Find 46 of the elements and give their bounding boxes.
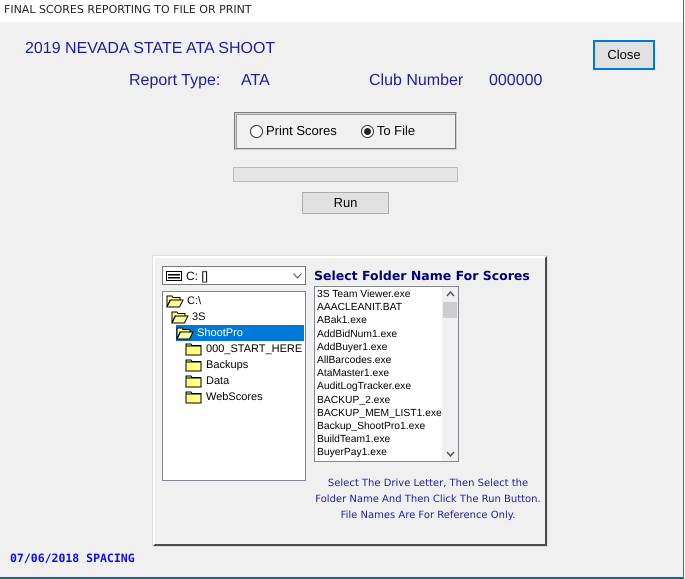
open-folder-icon [171,310,189,324]
club-number-label: Club Number [369,72,464,90]
folder-icon [185,358,203,372]
club-number-value: 000000 [489,72,542,90]
tree-item[interactable]: 3S [171,309,304,325]
instruction-text: Folder Name And Then Click The Run Button. [314,493,542,507]
file-item[interactable]: AddBidNum1.exe [317,328,440,341]
folder-icon [185,342,203,356]
tree-item[interactable]: C:\ [166,293,304,309]
file-item[interactable]: Backup_ShootPro1.exe [317,420,440,434]
close-button[interactable]: Close [593,40,655,70]
instruction-text: Select The Drive Letter, Then Select the [326,477,530,491]
drive-icon [166,270,182,280]
folder-icon [185,374,203,388]
file-item[interactable]: AllBarcodes.exe [317,354,440,368]
tree-item[interactable]: WebScores [185,389,304,405]
file-item[interactable]: AuditLogTracker.exe [317,380,440,394]
open-folder-icon [176,326,194,340]
run-button[interactable]: Run [302,192,389,214]
event-title: 2019 NEVADA STATE ATA SHOOT [25,40,276,59]
tree-item[interactable]: Data [185,373,304,389]
chevron-down-icon [293,272,302,278]
tree-item[interactable]: 000_START_HERE [185,341,304,357]
radio-option[interactable]: Print Scores [250,121,337,141]
tree-item[interactable]: Backups [185,357,304,373]
file-item[interactable]: ABak1.exe [317,314,440,328]
instruction-text: File Names Are For Reference Only. [340,509,516,523]
open-folder-icon [166,294,184,308]
file-item[interactable]: BACKUP_MEM_LIST1.exe [317,406,440,420]
scroll-thumb[interactable] [443,302,457,318]
report-type-value: ATA [241,72,271,90]
file-item[interactable]: AAACLEANIT.BAT [317,301,440,314]
scrollbar[interactable] [442,287,458,461]
file-item[interactable]: AddBuyer1.exe [317,340,440,354]
report-type-label: Report Type: [129,72,222,90]
file-item[interactable]: BuyerPay1.exe [317,446,440,460]
files-heading: Select Folder Name For Scores [314,267,531,285]
footer-text: 07/06/2018 SPACING [10,550,135,567]
drive-select[interactable]: C: [] [162,266,306,285]
file-item[interactable]: BACKUP_2.exe [317,394,440,407]
radio-option[interactable]: To File [360,121,416,141]
file-item[interactable]: 3S Team Viewer.exe [317,288,440,302]
tree-item[interactable]: ShootPro [176,325,304,341]
folder-icon [185,390,203,404]
file-item[interactable]: BuildTeam1.exe [317,433,440,446]
file-item[interactable]: AtaMaster1.exe [317,367,440,380]
